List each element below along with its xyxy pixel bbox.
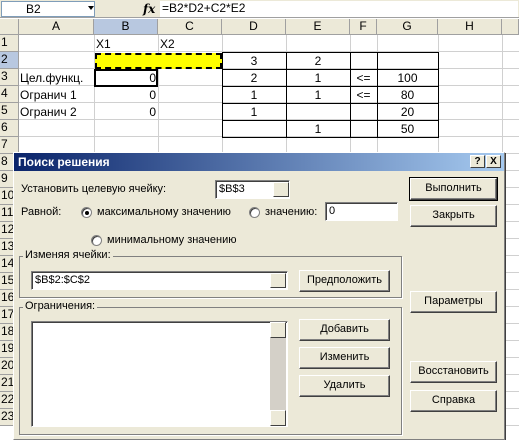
table-border: [222, 103, 438, 104]
radio-max[interactable]: [81, 207, 92, 218]
column-header-c[interactable]: C: [158, 19, 222, 35]
formula-bar: B2 fx =B2*D2+C2*E2: [0, 0, 519, 18]
radio-value[interactable]: [249, 207, 260, 218]
value-input[interactable]: 0: [325, 202, 398, 221]
cell-b3[interactable]: 0: [94, 70, 156, 86]
row-header-2[interactable]: 2: [0, 52, 19, 69]
add-button[interactable]: Добавить: [299, 319, 390, 341]
delete-button[interactable]: Удалить: [299, 375, 390, 397]
column-header-h[interactable]: H: [438, 19, 502, 35]
radio-min[interactable]: [91, 235, 102, 246]
cell-a4[interactable]: Огранич 1: [20, 87, 77, 103]
cell-b5[interactable]: 0: [94, 104, 156, 120]
constraints-label: Ограничения:: [23, 300, 98, 312]
table-border: [286, 52, 287, 138]
column-header-g[interactable]: G: [377, 19, 438, 35]
cell-d3[interactable]: 2: [222, 70, 286, 86]
select-all-corner[interactable]: [0, 19, 19, 35]
changing-cells-input[interactable]: $B$2:$C$2: [31, 271, 288, 290]
cell-g5[interactable]: 20: [377, 104, 438, 120]
cell-f4[interactable]: <=: [350, 87, 377, 103]
table-border: [222, 120, 438, 121]
column-header-i[interactable]: [502, 19, 519, 35]
column-header-a[interactable]: A: [19, 19, 94, 35]
row-header-1[interactable]: 1: [0, 35, 19, 52]
solve-button[interactable]: Выполнить: [409, 177, 498, 201]
cell-e2[interactable]: 2: [286, 53, 350, 69]
column-header-d[interactable]: D: [222, 19, 286, 35]
scroll-up-icon[interactable]: [270, 322, 286, 338]
cell-a3[interactable]: Цел.функц.: [20, 70, 83, 86]
formula-input[interactable]: =B2*D2+C2*E2: [160, 1, 518, 17]
close-icon[interactable]: X: [486, 155, 501, 168]
column-header-f[interactable]: F: [350, 19, 377, 35]
cell-b1[interactable]: X1: [96, 36, 111, 52]
solver-dialog: Поиск решения ? X Установить целевую яче…: [13, 152, 505, 440]
close-dialog-button[interactable]: Закрыть: [410, 205, 497, 227]
help-button[interactable]: Справка: [410, 390, 497, 412]
guess-button[interactable]: Предположить: [299, 270, 390, 292]
dialog-title-bar[interactable]: Поиск решения: [14, 153, 504, 171]
cell-c1[interactable]: X2: [160, 36, 175, 52]
table-border: [222, 137, 438, 138]
cell-e6[interactable]: 1: [286, 121, 350, 137]
cell-e4[interactable]: 1: [286, 87, 350, 103]
cell-d2[interactable]: 3: [222, 53, 286, 69]
row-header-3[interactable]: 3: [0, 69, 19, 86]
row-header-5[interactable]: 5: [0, 103, 19, 120]
radio-max-label[interactable]: максимальному значению: [97, 206, 231, 218]
scroll-down-icon[interactable]: [270, 410, 286, 426]
collapse-dialog-icon[interactable]: [270, 273, 286, 288]
reset-button[interactable]: Восстановить: [410, 361, 497, 383]
cell-a5[interactable]: Огранич 2: [20, 104, 77, 120]
cell-g6[interactable]: 50: [377, 121, 438, 137]
table-border: [377, 52, 378, 138]
cell-g3[interactable]: 100: [377, 70, 438, 86]
radio-min-label[interactable]: минимальному значению: [107, 234, 237, 246]
changing-cells-label: Изменяя ячейки:: [23, 249, 113, 261]
column-header-e[interactable]: E: [286, 19, 350, 35]
help-icon[interactable]: ?: [470, 155, 485, 168]
options-button[interactable]: Параметры: [410, 291, 497, 313]
name-box[interactable]: B2: [1, 1, 95, 17]
cell-d5[interactable]: 1: [222, 104, 286, 120]
chevron-down-icon[interactable]: [88, 6, 94, 10]
dialog-title: Поиск решения: [18, 155, 110, 169]
constraints-list[interactable]: [31, 321, 288, 427]
table-border: [222, 52, 223, 138]
row-header-6[interactable]: 6: [0, 120, 19, 137]
row-header-4[interactable]: 4: [0, 86, 19, 103]
cell-b4[interactable]: 0: [94, 87, 156, 103]
cell-f3[interactable]: <=: [350, 70, 377, 86]
cell-e3[interactable]: 1: [286, 70, 350, 86]
insert-function-icon[interactable]: fx: [143, 1, 157, 17]
cell-d4[interactable]: 1: [222, 87, 286, 103]
table-border: [438, 52, 439, 138]
cell-b2-c2-highlight[interactable]: [95, 53, 222, 69]
change-button[interactable]: Изменить: [299, 347, 390, 369]
equal-to-label: Равной:: [21, 206, 62, 218]
table-border: [222, 86, 438, 87]
cell-g4[interactable]: 80: [377, 87, 438, 103]
table-border: [222, 69, 438, 70]
target-cell-label: Установить целевую ячейку:: [21, 183, 167, 195]
column-header-b[interactable]: B: [94, 19, 158, 35]
collapse-dialog-icon[interactable]: [273, 182, 289, 197]
table-border: [350, 52, 351, 138]
radio-value-label[interactable]: значению:: [265, 206, 317, 218]
